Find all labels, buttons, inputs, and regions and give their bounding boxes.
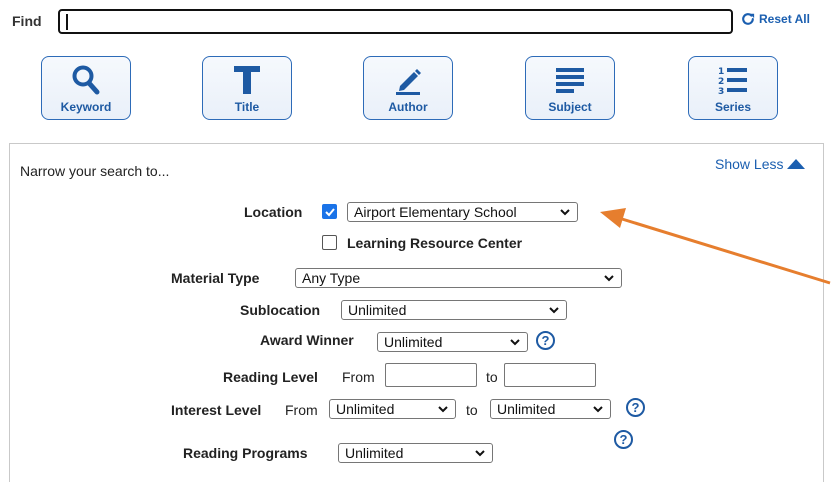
sublocation-label: Sublocation (240, 302, 321, 318)
chevron-down-icon (438, 406, 448, 413)
svg-text:3: 3 (718, 87, 724, 96)
show-less-toggle[interactable]: Show Less (715, 156, 806, 172)
pencil-icon (392, 63, 424, 97)
lrc-label: Learning Resource Center (347, 235, 523, 251)
award-winner-label: Award Winner (260, 332, 354, 348)
interest-level-from-selected: Unlimited (336, 401, 395, 417)
interest-level-label: Interest Level (171, 402, 262, 418)
find-label: Find (12, 13, 42, 29)
reading-level-from-label: From (342, 369, 375, 385)
sublocation-select[interactable]: Unlimited (341, 300, 567, 320)
chevron-down-icon (604, 275, 614, 282)
magnifier-icon (71, 63, 101, 97)
refresh-icon (742, 13, 755, 25)
location-select[interactable]: Airport Elementary School (347, 202, 578, 222)
title-label: Title (234, 100, 260, 114)
reading-level-label: Reading Level (223, 369, 318, 385)
find-input[interactable] (58, 9, 733, 34)
numbered-list-icon: 1 2 3 (717, 63, 749, 97)
keyword-label: Keyword (60, 100, 112, 114)
author-search-button[interactable]: Author (363, 56, 453, 120)
reset-all-button[interactable]: Reset All (741, 12, 810, 26)
material-type-selected: Any Type (302, 270, 361, 286)
svg-text:2: 2 (718, 77, 724, 87)
series-label: Series (714, 100, 752, 114)
reading-programs-select[interactable]: Unlimited (338, 443, 493, 463)
chevron-down-icon (549, 307, 559, 314)
chevron-down-icon (560, 209, 570, 216)
reading-level-to-label: to (486, 369, 498, 385)
reading-programs-help-icon[interactable]: ? (614, 430, 633, 449)
series-search-button[interactable]: 1 2 3 Series (688, 56, 778, 120)
material-type-select[interactable]: Any Type (295, 268, 622, 288)
reset-all-label: Reset All (759, 12, 810, 26)
sublocation-selected: Unlimited (348, 302, 407, 318)
interest-level-from-select[interactable]: Unlimited (329, 399, 456, 419)
interest-level-help-icon[interactable]: ? (626, 398, 645, 417)
check-icon (325, 208, 335, 217)
material-type-label: Material Type (171, 270, 260, 286)
title-search-button[interactable]: Title (202, 56, 292, 120)
keyword-search-button[interactable]: Keyword (41, 56, 131, 120)
narrow-title: Narrow your search to... (20, 163, 170, 179)
chevron-down-icon (510, 339, 520, 346)
chevron-down-icon (475, 450, 485, 457)
show-less-label: Show Less (715, 156, 784, 172)
interest-level-to-select[interactable]: Unlimited (490, 399, 611, 419)
svg-text:1: 1 (718, 67, 724, 77)
interest-level-to-selected: Unlimited (497, 401, 556, 417)
reading-level-from-input[interactable] (385, 363, 477, 387)
location-selected: Airport Elementary School (354, 204, 517, 220)
subject-search-button[interactable]: Subject (525, 56, 615, 120)
interest-level-to-label: to (466, 402, 478, 418)
author-label: Author (388, 100, 428, 114)
award-winner-select[interactable]: Unlimited (377, 332, 528, 352)
award-winner-help-icon[interactable]: ? (536, 331, 555, 350)
location-checkbox[interactable] (322, 204, 337, 219)
reading-programs-selected: Unlimited (345, 445, 404, 461)
triangle-up-icon (787, 159, 806, 169)
chevron-down-icon (593, 406, 603, 413)
reading-level-to-input[interactable] (504, 363, 596, 387)
lines-icon (554, 63, 586, 97)
location-label: Location (244, 204, 303, 220)
interest-level-from-label: From (285, 402, 318, 418)
title-t-icon (232, 63, 262, 97)
award-winner-selected: Unlimited (384, 334, 443, 350)
subject-label: Subject (548, 100, 592, 114)
reading-programs-label: Reading Programs (183, 445, 308, 461)
text-caret (66, 14, 68, 30)
lrc-checkbox[interactable] (322, 235, 337, 250)
